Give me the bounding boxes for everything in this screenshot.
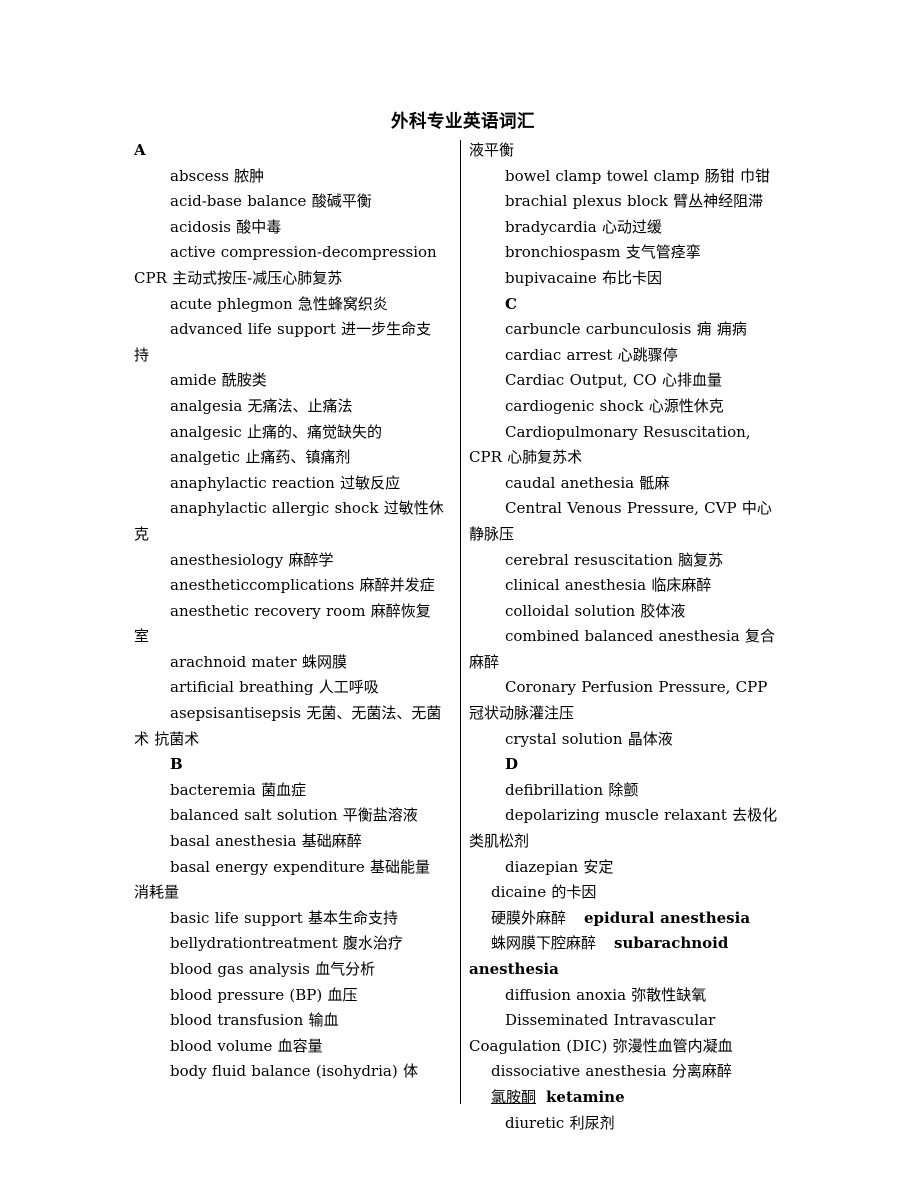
entry-arachnoid-mater: arachnoid mater 蛛网膜 [170, 652, 347, 671]
entry-epidural-anesthesia-cn: 硬膜外麻醉 [491, 908, 567, 927]
entry-analgetic: analgetic 止痛药、镇痛剂 [170, 448, 351, 467]
entry-anaphylactic-reaction: anaphylactic reaction 过敏反应 [170, 473, 401, 492]
entry-artificial-breathing: artificial breathing 人工呼吸 [170, 678, 379, 697]
page-title: 外科专业英语词汇 [391, 112, 535, 132]
entry-analgesic: analgesic 止痛的、痛觉缺失的 [170, 422, 382, 441]
entry-basic-life-support: basic life support 基本生命支持 [170, 908, 399, 927]
entry-subarachnoid-anesthesia: 蛛网膜下腔麻醉 subarachnoid anesthesia [469, 931, 779, 982]
entry-combined-balanced-anesthesia: combined balanced anesthesia 复合麻醉 [469, 627, 776, 671]
entry-diuretic: diuretic 利尿剂 [505, 1113, 615, 1132]
entry-diazepian: diazepian 安定 [505, 857, 614, 876]
entry-cardiac-arrest: cardiac arrest 心跳骤停 [505, 345, 678, 364]
entry-asepsisantisepsis: asepsisantisepsis 无菌、无菌法、无菌术 抗菌术 [134, 704, 442, 748]
column-divider [460, 140, 461, 1104]
entry-colloidal-solution: colloidal solution 胶体液 [505, 601, 686, 620]
entry-cardiac-output: Cardiac Output, CO 心排血量 [505, 371, 722, 390]
entry-body-fluid-balance: body fluid balance (isohydria) 体 [170, 1062, 418, 1081]
entry-acute-phlegmon: acute phlegmon 急性蜂窝织炎 [170, 294, 388, 313]
entry-diffusion-anoxia: diffusion anoxia 弥散性缺氧 [505, 985, 707, 1004]
entry-caudal-anethesia: caudal anethesia 骶麻 [505, 473, 670, 492]
entry-defibrillation: defibrillation 除颤 [505, 780, 639, 799]
entry-subarachnoid-anesthesia-cn: 蛛网膜下腔麻醉 [491, 934, 597, 953]
entry-bowel-clamp-towel-clamp: bowel clamp towel clamp 肠钳 巾钳 [505, 166, 770, 185]
entry-epidural-anesthesia-en: epidural anesthesia [584, 908, 751, 927]
section-heading-d: D [505, 755, 519, 774]
document-page: 外科专业英语词汇 A abscess 脓肿 acid-base balance … [0, 0, 920, 1191]
entry-blood-transfusion: blood transfusion 输血 [170, 1011, 339, 1030]
entry-abscess: abscess 脓肿 [170, 166, 265, 185]
entry-anestheticcomplications: anestheticcomplications 麻醉并发症 [170, 576, 435, 595]
entry-acidosis: acidosis 酸中毒 [170, 217, 282, 236]
entry-brachial-plexus-block: brachial plexus block 臂丛神经阻滞 [505, 192, 764, 211]
left-column: A abscess 脓肿 acid-base balance 酸碱平衡 acid… [134, 138, 444, 1085]
entry-cerebral-resuscitation: cerebral resuscitation 脑复苏 [505, 550, 724, 569]
entry-crystal-solution: crystal solution 晶体液 [505, 729, 673, 748]
entry-ketamine-cn: 氯胺酮 [491, 1087, 537, 1106]
entry-advanced-life-support: advanced life support 进一步生命支持 [134, 320, 432, 364]
entry-blood-volume: blood volume 血容量 [170, 1036, 323, 1055]
entry-analgesia: analgesia 无痛法、止痛法 [170, 396, 353, 415]
entry-bellydrationtreatment: bellydrationtreatment 腹水治疗 [170, 934, 403, 953]
entry-amide: amide 酰胺类 [170, 371, 267, 390]
right-column: 液平衡 bowel clamp towel clamp 肠钳 巾钳 brachi… [469, 138, 779, 1136]
entry-active-compression-decompression-cpr: active compression-decompression CPR 主动式… [134, 243, 437, 287]
two-column-body: A abscess 脓肿 acid-base balance 酸碱平衡 acid… [0, 138, 920, 1136]
entry-acid-base-balance: acid-base balance 酸碱平衡 [170, 192, 372, 211]
entry-bronchiospasm: bronchiospasm 支气管痉挛 [505, 243, 701, 262]
entry-balanced-salt-solution: balanced salt solution 平衡盐溶液 [170, 806, 418, 825]
entry-bupivacaine: bupivacaine 布比卡因 [505, 268, 663, 287]
entry-anaphylactic-allergic-shock: anaphylactic allergic shock 过敏性休克 [134, 499, 444, 543]
entry-ketamine-en: ketamine [546, 1087, 625, 1106]
entry-bradycardia: bradycardia 心动过缓 [505, 217, 662, 236]
entry-depolarizing-muscle-relaxant: depolarizing muscle relaxant 去极化类肌松剂 [469, 806, 778, 851]
entry-basal-energy-expenditure: basal energy expenditure 基础能量消耗量 [134, 857, 431, 902]
entry-bacteremia: bacteremia 菌血症 [170, 780, 307, 799]
section-heading-b: B [170, 755, 183, 774]
entry-dissociative-anesthesia: dissociative anesthesia 分离麻醉 [491, 1062, 732, 1081]
entry-ketamine: 氯胺酮 ketamine [469, 1085, 779, 1111]
entry-central-venous-pressure: Central Venous Pressure, CVP 中心静脉压 [469, 499, 772, 543]
entry-anesthesiology: anesthesiology 麻醉学 [170, 550, 334, 569]
entry-anesthetic-recovery-room: anesthetic recovery room 麻醉恢复室 [134, 601, 431, 646]
section-heading-c: C [505, 294, 517, 313]
section-heading-a: A [134, 141, 146, 159]
entry-blood-pressure: blood pressure (BP) 血压 [170, 985, 358, 1004]
entry-cardiopulmonary-resuscitation: Cardiopulmonary Resuscitation, CPR 心肺复苏术 [469, 422, 751, 467]
entry-basal-anesthesia: basal anesthesia 基础麻醉 [170, 832, 362, 851]
entry-cardiogenic-shock: cardiogenic shock 心源性休克 [505, 396, 724, 415]
entry-disseminated-intravascular-coagulation: Disseminated Intravascular Coagulation (… [469, 1011, 733, 1055]
entry-epidural-anesthesia: 硬膜外麻醉 epidural anesthesia [469, 906, 779, 932]
entry-blood-gas-analysis: blood gas analysis 血气分析 [170, 960, 376, 978]
entry-dicaine: dicaine 的卡因 [491, 883, 597, 902]
entry-carbuncle-carbunculosis: carbuncle carbunculosis 痈 痈病 [505, 320, 747, 339]
entry-coronary-perfusion-pressure: Coronary Perfusion Pressure, CPP 冠状动脉灌注压 [469, 678, 768, 723]
entry-clinical-anesthesia: clinical anesthesia 临床麻醉 [505, 576, 712, 595]
continuation-body-fluid-balance: 液平衡 [469, 141, 515, 159]
